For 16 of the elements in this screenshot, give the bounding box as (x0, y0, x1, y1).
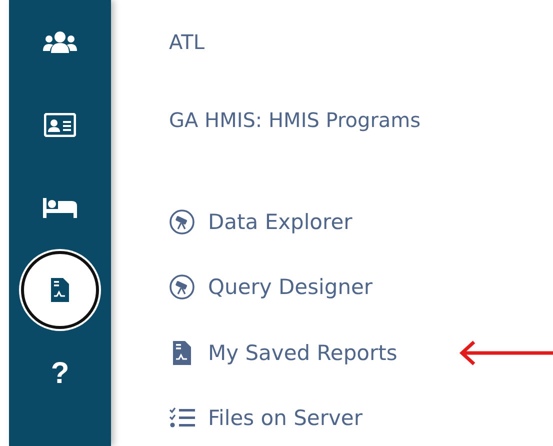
report-icon (51, 278, 69, 302)
people-icon (43, 31, 77, 53)
help-icon: ? (50, 357, 70, 391)
nav-button[interactable] (21, 251, 99, 329)
menu-link[interactable]: Query Designer (169, 274, 373, 300)
telescope-icon (169, 274, 195, 300)
menu-link[interactable]: Files on Server (169, 406, 362, 430)
header-text: GA HMIS: HMIS Programs (169, 107, 422, 134)
menu-link[interactable]: My Saved Reports (169, 340, 398, 365)
help-button[interactable]: ? (21, 345, 99, 403)
telescope-icon (169, 208, 195, 235)
menu-link[interactable]: Data Explorer (169, 208, 352, 235)
header-text: ATL (169, 28, 206, 56)
checklist-icon (169, 407, 195, 430)
bed-icon (43, 198, 77, 218)
id-card-icon (44, 113, 76, 137)
